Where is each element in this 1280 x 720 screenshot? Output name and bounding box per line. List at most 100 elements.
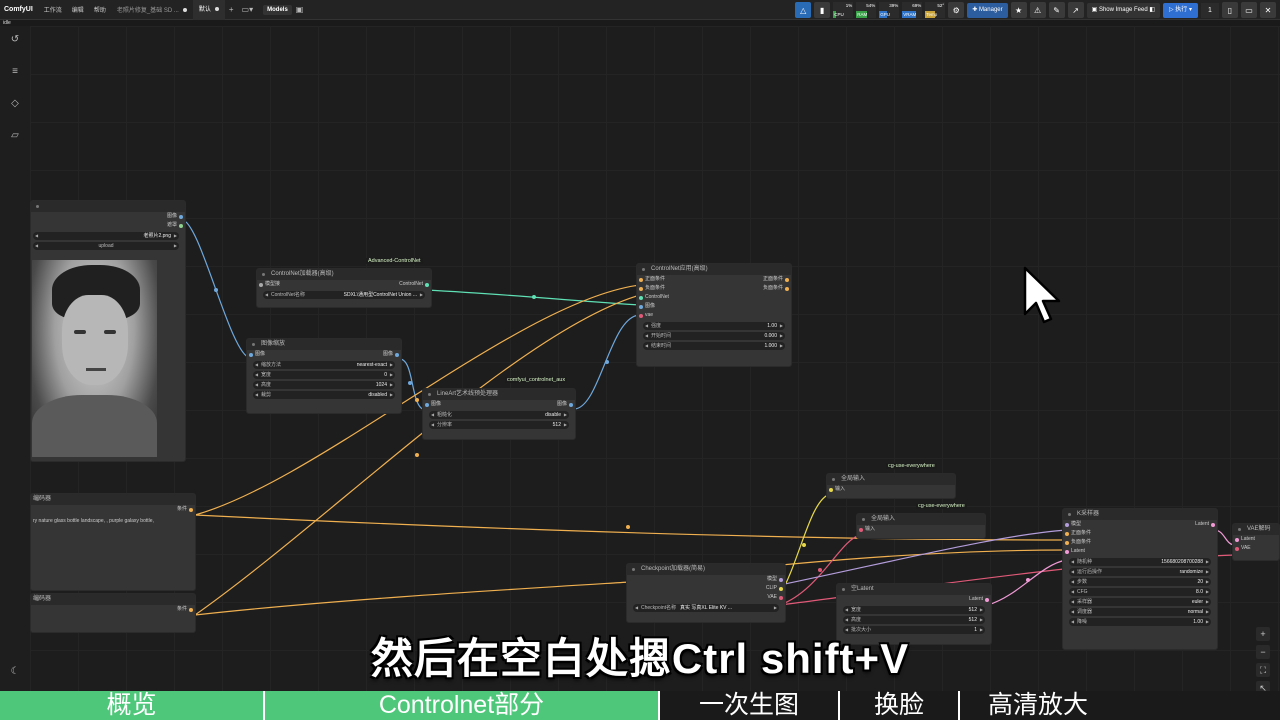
- models-button[interactable]: Models: [263, 4, 292, 15]
- input-positive[interactable]: 正面条件: [1063, 529, 1217, 538]
- output-model[interactable]: 模型: [627, 575, 785, 584]
- resize-crop[interactable]: 裁剪 disabled: [253, 391, 395, 399]
- cfg-input[interactable]: CFG 8.0: [1069, 588, 1211, 596]
- node-vae-decode[interactable]: VAE解码 Latent VAE: [1232, 523, 1280, 561]
- resize-height[interactable]: 高度 1024: [253, 381, 395, 389]
- folder-icon[interactable]: ▭▾: [238, 5, 258, 14]
- end-percent-input[interactable]: 结束时间 1.000: [643, 342, 785, 350]
- chapter-face-swap[interactable]: 换脸: [840, 691, 960, 720]
- socket[interactable]: [189, 608, 193, 612]
- io-image[interactable]: 图像 图像: [247, 350, 401, 359]
- socket[interactable]: [779, 596, 783, 600]
- upload-button[interactable]: upload: [33, 242, 179, 250]
- socket[interactable]: [189, 508, 193, 512]
- io-positive[interactable]: 正面条件 正面条件: [637, 275, 791, 284]
- chapter-overview[interactable]: 概览: [0, 691, 265, 720]
- output-conditioning[interactable]: 条件: [31, 605, 195, 614]
- socket[interactable]: [639, 305, 643, 309]
- tab-default[interactable]: 默认: [192, 0, 225, 20]
- io-model[interactable]: 模型 Latent: [1063, 520, 1217, 529]
- manager-button[interactable]: ✚ Manager: [967, 2, 1008, 18]
- socket[interactable]: [259, 283, 263, 287]
- star-icon[interactable]: ★: [1010, 2, 1027, 18]
- cube-icon[interactable]: ◇: [9, 98, 21, 110]
- socket[interactable]: [985, 598, 989, 602]
- output-clip[interactable]: CLIP: [627, 584, 785, 593]
- resolution-input[interactable]: 分辨率 512: [429, 421, 569, 429]
- node-checkpoint-loader[interactable]: Checkpoint加载器(简易) 模型 CLIP VAE Checkpoint…: [626, 563, 786, 623]
- controlnet-name-select[interactable]: ControlNet名称 SDXL\通用型ControlNet Union ...: [263, 291, 425, 299]
- socket[interactable]: [785, 278, 789, 282]
- resize-method[interactable]: 缩放方法 nearest-exact: [253, 361, 395, 369]
- input-any[interactable]: 输入: [827, 485, 955, 494]
- node-global-input-1[interactable]: 全局输入 输入: [826, 473, 956, 499]
- input-vae[interactable]: vae: [637, 311, 791, 320]
- input-latent[interactable]: Latent: [1063, 547, 1217, 556]
- input-any[interactable]: 输入: [857, 525, 985, 534]
- output-conditioning[interactable]: 条件: [31, 505, 195, 514]
- output-image[interactable]: 图像: [31, 212, 185, 221]
- control-after-generate[interactable]: 运行后操作 randomize: [1069, 568, 1211, 576]
- run-button[interactable]: ▷ 执行 ▾: [1163, 2, 1198, 18]
- node-controlnet-apply[interactable]: ControlNet应用(高级) 正面条件 正面条件 负面条件 负面条件 Contr…: [636, 263, 792, 367]
- prompt-textarea[interactable]: ry nature glass bottle landscape, , purp…: [31, 514, 195, 528]
- node-text-encoder-positive[interactable]: 编码器 条件 ry nature glass bottle landscape,…: [30, 493, 196, 591]
- resize-width[interactable]: 宽度 0: [253, 371, 395, 379]
- panel-icon[interactable]: ▣: [292, 5, 308, 14]
- socket[interactable]: [639, 296, 643, 300]
- sampler-select[interactable]: 采样器 euler: [1069, 598, 1211, 606]
- input-negative[interactable]: 负面条件: [1063, 538, 1217, 547]
- node-controlnet-loader[interactable]: ControlNet加载器(高级) 模型接 ControlNet ControlN…: [256, 268, 432, 308]
- history-icon[interactable]: ↺: [9, 34, 21, 46]
- input-vae[interactable]: VAE: [1233, 544, 1279, 553]
- socket[interactable]: [1235, 538, 1239, 542]
- close-icon[interactable]: ✕: [1260, 2, 1276, 18]
- socket[interactable]: [1065, 541, 1069, 545]
- io-image[interactable]: 图像 图像: [423, 400, 575, 409]
- menu-edit[interactable]: 编辑: [67, 5, 89, 14]
- menu-workflow[interactable]: 工作流: [39, 5, 67, 14]
- scheduler-select[interactable]: 调度器 normal: [1069, 608, 1211, 616]
- socket[interactable]: [1065, 523, 1069, 527]
- image-file-select[interactable]: 老照片2.png: [33, 232, 179, 240]
- latent-height[interactable]: 高度 512: [843, 616, 985, 624]
- socket[interactable]: [395, 353, 399, 357]
- warning-icon[interactable]: ⚠: [1029, 2, 1046, 18]
- triangle-icon[interactable]: △: [795, 2, 812, 18]
- input-image[interactable]: 图像: [637, 302, 791, 311]
- queue-count-input[interactable]: 1: [1201, 2, 1219, 18]
- chapter-controlnet[interactable]: Controlnet部分: [265, 691, 660, 720]
- coarse-toggle[interactable]: 粗糙化 disable: [429, 411, 569, 419]
- node-global-input-2[interactable]: 全局输入 输入: [856, 513, 986, 539]
- output-mask[interactable]: 遮罩: [31, 221, 185, 230]
- socket[interactable]: [639, 287, 643, 291]
- socket[interactable]: [1211, 523, 1215, 527]
- steps-input[interactable]: 步数 20: [1069, 578, 1211, 586]
- socket[interactable]: [1235, 547, 1239, 551]
- strength-input[interactable]: 强度 1.00: [643, 322, 785, 330]
- output-vae[interactable]: VAE: [627, 593, 785, 602]
- socket[interactable]: [1065, 532, 1069, 536]
- chapter-upscale[interactable]: 高清放大: [960, 691, 1280, 720]
- socket[interactable]: [639, 314, 643, 318]
- chapter-first-generation[interactable]: 一次生图: [660, 691, 840, 720]
- queue-icon[interactable]: ≡: [9, 66, 21, 78]
- restore-icon[interactable]: ▭: [1241, 2, 1257, 18]
- folder-open-icon[interactable]: ▱: [9, 130, 21, 142]
- share-icon[interactable]: ↗: [1067, 2, 1084, 18]
- input-controlnet[interactable]: ControlNet: [637, 293, 791, 302]
- input-latent[interactable]: Latent: [1233, 535, 1279, 544]
- socket[interactable]: [779, 587, 783, 591]
- socket[interactable]: [1065, 550, 1069, 554]
- gear-icon[interactable]: ⚙: [948, 2, 965, 18]
- socket[interactable]: [569, 403, 573, 407]
- latent-width[interactable]: 宽度 512: [843, 606, 985, 614]
- socket[interactable]: [425, 403, 429, 407]
- menu-help[interactable]: 帮助: [89, 5, 111, 14]
- window-icon[interactable]: ▯: [1222, 2, 1238, 18]
- io-negative[interactable]: 负面条件 负面条件: [637, 284, 791, 293]
- socket[interactable]: [249, 353, 253, 357]
- input-model[interactable]: 模型接 ControlNet: [257, 280, 431, 289]
- paint-icon[interactable]: ✎: [1048, 2, 1065, 18]
- socket[interactable]: [425, 283, 429, 287]
